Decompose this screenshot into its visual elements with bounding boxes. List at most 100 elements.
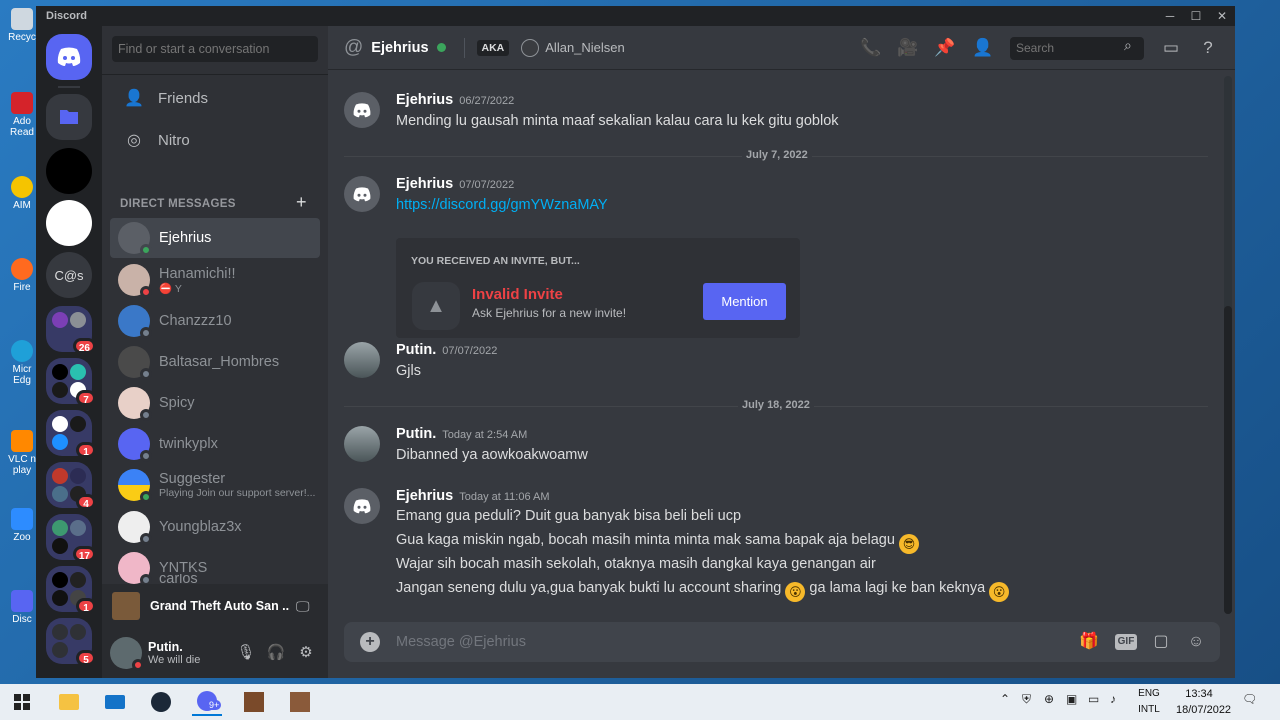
desktop-icon-aim[interactable]: AIM bbox=[4, 176, 40, 211]
dm-item-spicy[interactable]: Spicy bbox=[110, 383, 320, 423]
headphones-icon[interactable]: 🎧 bbox=[266, 643, 286, 663]
server-folder-7[interactable]: 5 bbox=[46, 618, 96, 666]
clock[interactable]: 13:34 18/07/2022 bbox=[1176, 686, 1231, 718]
close-icon[interactable]: ✕ bbox=[1212, 8, 1232, 24]
server-xxx[interactable] bbox=[46, 148, 92, 194]
message-author[interactable]: Putin. Today at 2:54 AM bbox=[396, 426, 527, 442]
attach-plus-icon[interactable]: + bbox=[360, 632, 380, 652]
mail-icon bbox=[105, 695, 125, 709]
notifications-icon[interactable]: 🗨 bbox=[1242, 692, 1257, 706]
message-timestamp: Today at 2:54 AM bbox=[442, 429, 528, 441]
dm-item-youngblaz3x[interactable]: Youngblaz3x bbox=[110, 507, 320, 547]
gift-icon[interactable]: 🎁 bbox=[1078, 631, 1100, 653]
invite-link[interactable]: https://discord.gg/gmYWznaMAY bbox=[396, 197, 608, 213]
desktop-icon-edge[interactable]: Micr Edg bbox=[4, 340, 40, 386]
tray-network-icon[interactable]: ⊕ bbox=[1044, 692, 1054, 706]
emoji-picker-icon[interactable]: ☺ bbox=[1185, 631, 1207, 653]
message-author[interactable]: Ejehrius 07/07/2022 bbox=[396, 176, 514, 192]
dm-sidebar: 👤 Friends ◎ Nitro DIRECT MESSAGES + Ejeh… bbox=[102, 26, 328, 678]
video-call-icon[interactable]: 🎥 bbox=[897, 38, 919, 60]
desktop-icon-discord[interactable]: Disc bbox=[4, 590, 40, 625]
message-avatar[interactable] bbox=[344, 342, 380, 378]
message-author[interactable]: Ejehrius 06/27/2022 bbox=[396, 92, 514, 108]
server-folder[interactable] bbox=[46, 94, 92, 140]
find-conversation-input[interactable] bbox=[112, 36, 318, 62]
dm-item-hanamichi[interactable]: Hanamichi!! ⛔ Y bbox=[110, 260, 320, 300]
invite-header: YOU RECEIVED AN INVITE, BUT... bbox=[411, 255, 580, 267]
sidebar-divider bbox=[102, 74, 328, 75]
desktop-icon-recycle-bin[interactable]: Recyc bbox=[4, 8, 40, 43]
nav-friends[interactable]: 👤 Friends bbox=[110, 78, 320, 118]
dm-item-twinkyplx[interactable]: twinkyplx bbox=[110, 424, 320, 464]
microphone-icon[interactable]: 🎙 bbox=[236, 643, 256, 663]
message-avatar[interactable] bbox=[344, 488, 380, 524]
dm-item-suggester[interactable]: Suggester Playing Join our support server… bbox=[110, 465, 320, 505]
gif-icon[interactable]: GIF bbox=[1115, 634, 1137, 650]
desktop-icon-firefox[interactable]: Fire bbox=[4, 258, 40, 293]
add-friend-icon[interactable]: 👤 bbox=[972, 38, 994, 60]
server-folder-4[interactable]: 4 bbox=[46, 462, 96, 510]
scrollbar-thumb[interactable] bbox=[1224, 306, 1232, 614]
discord-window: Discord ─ ☐ ✕ C@s 26 7 1 4 17 1 5 Find o… bbox=[36, 6, 1235, 678]
taskbar-discord[interactable]: 9+ bbox=[192, 688, 222, 716]
desktop-icon-adobe-reader[interactable]: Ado Read bbox=[4, 92, 40, 138]
start-button[interactable] bbox=[7, 688, 37, 716]
server-folder-6[interactable]: 1 bbox=[46, 566, 96, 614]
edge-icon bbox=[11, 340, 33, 362]
server-folder-5[interactable]: 17 bbox=[46, 514, 96, 562]
taskbar-steam[interactable] bbox=[146, 688, 176, 716]
status-dnd-icon bbox=[140, 286, 152, 298]
maximize-icon[interactable]: ☐ bbox=[1186, 8, 1206, 24]
game-name: Grand Theft Auto San ... bbox=[150, 599, 290, 613]
voice-call-icon[interactable]: 📞 bbox=[860, 38, 882, 60]
message-author[interactable]: Ejehrius Today at 11:06 AM bbox=[396, 488, 550, 504]
nitro-icon: ◎ bbox=[127, 132, 141, 149]
dm-item-carlos[interactable]: carlos bbox=[110, 574, 320, 584]
message-avatar[interactable] bbox=[344, 176, 380, 212]
server-folder-3[interactable]: 1 bbox=[46, 410, 96, 458]
server-folder-1[interactable]: 26 bbox=[46, 306, 96, 354]
desktop-icon-zoom[interactable]: Zoo bbox=[4, 508, 40, 543]
help-icon[interactable]: ? bbox=[1197, 38, 1219, 60]
title-bar: Discord ─ ☐ ✕ bbox=[36, 6, 1235, 26]
settings-gear-icon[interactable]: ⚙ bbox=[296, 643, 316, 663]
nav-nitro[interactable]: ◎ Nitro bbox=[110, 120, 320, 160]
tray-battery-icon[interactable]: ▭ bbox=[1088, 692, 1099, 706]
minimize-icon[interactable]: ─ bbox=[1160, 8, 1180, 24]
taskbar-file-explorer[interactable] bbox=[54, 688, 84, 716]
tray-volume-icon[interactable]: ♪ bbox=[1110, 692, 1116, 706]
server-g[interactable] bbox=[46, 200, 92, 246]
sticker-icon[interactable]: ▢ bbox=[1150, 631, 1172, 653]
message-avatar[interactable] bbox=[344, 426, 380, 462]
tray-chevron-icon[interactable]: ⌃ bbox=[1000, 692, 1010, 706]
tray-device-icon[interactable]: ▣ bbox=[1066, 692, 1077, 706]
taskbar-gta[interactable] bbox=[239, 688, 269, 716]
language-indicator[interactable]: ENG INTL bbox=[1134, 686, 1164, 718]
screen-share-icon[interactable]: 🖵 bbox=[296, 598, 310, 615]
avatar bbox=[118, 222, 152, 256]
unread-badge: 4 bbox=[76, 494, 96, 510]
desktop-icon-vlc[interactable]: VLC n play bbox=[4, 430, 40, 476]
avatar bbox=[118, 469, 152, 503]
dm-item-chanzzz10[interactable]: Chanzzz10 bbox=[110, 301, 320, 341]
message-avatar[interactable] bbox=[344, 92, 380, 128]
create-dm-icon[interactable]: + bbox=[296, 192, 307, 213]
taskbar-gta-2[interactable] bbox=[285, 688, 315, 716]
server-cas[interactable]: C@s bbox=[46, 252, 92, 298]
tray-shield-icon[interactable]: ⛨ bbox=[1022, 692, 1031, 707]
sunglasses-emoji-icon: 😎 bbox=[898, 534, 919, 554]
inbox-icon[interactable]: ▭ bbox=[1160, 38, 1182, 60]
pin-icon[interactable]: 📌 bbox=[934, 38, 956, 60]
avatar bbox=[118, 264, 152, 298]
message-author[interactable]: Putin. 07/07/2022 bbox=[396, 342, 497, 358]
user-avatar[interactable] bbox=[110, 637, 144, 671]
message-input[interactable] bbox=[396, 631, 1016, 653]
server-folder-2[interactable]: 7 bbox=[46, 358, 96, 406]
dm-item-baltasar[interactable]: Baltasar_Hombres bbox=[110, 342, 320, 382]
taskbar-badge: 9+ bbox=[207, 700, 222, 710]
dm-item-ejehrius[interactable]: Ejehrius bbox=[110, 218, 320, 258]
mention-button[interactable]: Mention bbox=[703, 283, 786, 320]
home-button[interactable] bbox=[46, 34, 92, 80]
yawn-emoji-icon: 😮 bbox=[785, 582, 806, 602]
taskbar-mail[interactable] bbox=[100, 688, 130, 716]
